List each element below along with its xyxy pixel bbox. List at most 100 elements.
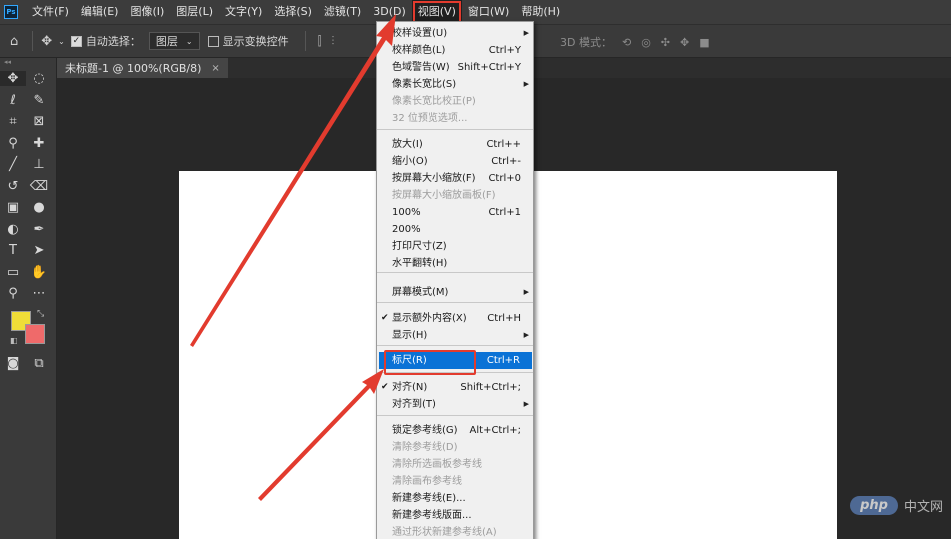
eyedropper-tool-icon[interactable]: ⚲	[0, 136, 26, 151]
view-menu-item-label: 校样设置(U)	[392, 28, 448, 39]
close-icon[interactable]: ×	[211, 63, 219, 74]
view-menu-item-label: 100%	[392, 207, 421, 218]
layer-select-value: 图层	[155, 35, 178, 48]
stamp-tool-icon[interactable]: ⊥	[26, 157, 52, 172]
chevron-down-icon[interactable]: ⌄	[58, 37, 65, 46]
collapse-icon[interactable]: ◂◂	[0, 58, 56, 68]
lasso-tool-icon[interactable]: ℓ	[0, 93, 26, 108]
menu-type[interactable]: 文字(Y)	[219, 0, 268, 24]
background-color[interactable]	[25, 323, 45, 344]
view-menu-item-label: 色域警告(W)	[392, 62, 450, 73]
view-menu-item-shortcut: Shift+Ctrl+;	[460, 382, 521, 393]
view-menu-item-label: 清除所选画板参考线	[392, 459, 482, 470]
view-menu-item[interactable]: 显示(H) ▶	[377, 327, 533, 344]
align-left-icon[interactable]: ⫿	[318, 34, 322, 49]
view-menu-item-shortcut: Ctrl+-	[491, 156, 521, 167]
view-menu-item[interactable]: 缩小(O) Ctrl+-	[377, 153, 533, 170]
view-menu-item[interactable]: 新建参考线(E)...	[377, 490, 533, 507]
view-menu-item-shortcut: Ctrl+R	[486, 355, 520, 366]
view-menu-item-shortcut: Alt+Ctrl+;	[469, 425, 521, 436]
document-tab[interactable]: 未标题-1 @ 100%(RGB/8) ×	[57, 58, 228, 78]
healing-brush-tool-icon[interactable]: ✚	[26, 136, 52, 151]
view-menu-item[interactable]: 标尺(R) Ctrl+R	[379, 352, 532, 369]
view-menu-item-label: 清除参考线(D)	[392, 442, 458, 453]
3d-pan-icon[interactable]: ✣	[661, 36, 670, 49]
3d-roll-icon[interactable]: ◎	[641, 36, 651, 49]
3d-slide-icon[interactable]: ✥	[680, 36, 689, 49]
move-tool-icon[interactable]: ✥	[41, 34, 52, 49]
view-menu-item[interactable]: 校样颜色(L) Ctrl+Y	[377, 42, 533, 59]
menu-separator	[377, 372, 533, 373]
view-menu-item-shortcut: Ctrl+Y	[488, 45, 521, 56]
eraser-tool-icon[interactable]: ⌫	[26, 179, 52, 194]
view-menu-item-label: 通过形状新建参考线(A)	[392, 527, 497, 538]
crop-tool-icon[interactable]: ⌗	[0, 114, 26, 129]
layer-select[interactable]: 图层 ⌄	[148, 32, 200, 50]
view-menu-item[interactable]: 新建参考线版面...	[377, 507, 533, 524]
view-menu-item[interactable]: 200%	[377, 221, 533, 238]
auto-select-checkbox[interactable]: ✓	[70, 35, 82, 47]
menu-separator	[377, 129, 533, 130]
3d-camera-icon[interactable]: ■	[699, 36, 709, 49]
path-select-tool-icon[interactable]: ➤	[26, 243, 52, 258]
pen-tool-icon[interactable]: ✒	[26, 222, 52, 237]
view-menu-item-label: 32 位预览选项...	[392, 113, 468, 124]
view-menu-item-label: 标尺(R)	[392, 355, 427, 366]
view-menu-item[interactable]: 打印尺寸(Z)	[377, 238, 533, 255]
frame-tool-icon[interactable]: ⊠	[26, 114, 52, 129]
view-menu-item[interactable]: 放大(I) Ctrl++	[377, 136, 533, 153]
view-menu-item-label: 校样颜色(L)	[392, 45, 446, 56]
view-menu-item[interactable]: 锁定参考线(G) Alt+Ctrl+;	[377, 422, 533, 439]
default-colors-icon[interactable]: ◧	[10, 336, 18, 345]
type-tool-icon[interactable]: T	[0, 243, 26, 258]
view-menu-item-label: 显示额外内容(X)	[392, 313, 467, 324]
show-transform-checkbox[interactable]	[207, 35, 219, 47]
chevron-down-icon: ⌄	[185, 36, 193, 46]
view-menu-item[interactable]: 屏幕模式(M) ▶	[377, 284, 533, 301]
home-icon[interactable]: ⌂	[10, 34, 18, 49]
blur-tool-icon[interactable]: ●	[26, 200, 52, 215]
menu-layer[interactable]: 图层(L)	[170, 0, 219, 24]
view-menu-item-label: 新建参考线(E)...	[392, 493, 466, 504]
watermark-logo: php	[850, 496, 898, 515]
menu-file[interactable]: 文件(F)	[26, 0, 75, 24]
view-menu-item[interactable]: 对齐到(T) ▶	[377, 396, 533, 413]
view-menu-item: 清除所选画板参考线	[377, 456, 533, 473]
view-menu-item[interactable]: 色域警告(W) Shift+Ctrl+Y	[377, 59, 533, 76]
view-menu-item-label: 显示(H)	[392, 330, 428, 341]
menu-edit[interactable]: 编辑(E)	[75, 0, 125, 24]
menu-image[interactable]: 图像(I)	[124, 0, 170, 24]
marquee-tool-icon[interactable]: ◌	[26, 71, 52, 86]
view-menu-item[interactable]: ✔ 显示额外内容(X) Ctrl+H	[377, 310, 533, 327]
rectangle-tool-icon[interactable]: ▭	[0, 265, 26, 280]
move-tool-icon[interactable]: ✥	[0, 71, 26, 87]
quick-select-tool-icon[interactable]: ✎	[26, 93, 52, 108]
zoom-tool-icon[interactable]: ⚲	[0, 286, 26, 301]
view-menu-item-label: 对齐(N)	[392, 382, 428, 393]
view-menu-item-label: 200%	[392, 224, 421, 235]
hand-tool-icon[interactable]: ✋	[26, 265, 52, 280]
watermark: php 中文网	[850, 496, 943, 515]
divider	[304, 31, 306, 51]
view-menu-item[interactable]: ✔ 对齐(N) Shift+Ctrl+;	[377, 379, 533, 396]
menu-select[interactable]: 选择(S)	[268, 0, 318, 24]
view-menu-item[interactable]: 按屏幕大小缩放(F) Ctrl+0	[377, 170, 533, 187]
photoshop-logo: Ps	[4, 5, 18, 19]
3d-orbit-icon[interactable]: ⟲	[622, 36, 631, 49]
align-center-icon[interactable]: ⫶	[331, 34, 334, 49]
view-menu-item[interactable]: 像素长宽比(S) ▶	[377, 76, 533, 93]
more-tools-icon[interactable]: ⋯	[26, 286, 52, 301]
screen-mode-icon[interactable]: ⧉	[26, 356, 52, 371]
dodge-tool-icon[interactable]: ◐	[0, 222, 26, 237]
view-menu-item[interactable]: 水平翻转(H)	[377, 255, 533, 272]
menu-filter[interactable]: 滤镜(T)	[318, 0, 367, 24]
gradient-tool-icon[interactable]: ▣	[0, 200, 26, 215]
history-brush-tool-icon[interactable]: ↺	[0, 179, 26, 194]
swap-colors-icon[interactable]: ⤡	[37, 309, 44, 319]
brush-tool-icon[interactable]: ╱	[0, 157, 26, 172]
submenu-arrow-icon: ▶	[523, 29, 529, 37]
view-menu-item[interactable]: 100% Ctrl+1	[377, 204, 533, 221]
view-menu-item-label: 对齐到(T)	[392, 399, 436, 410]
quick-mask-icon[interactable]: ◙	[0, 356, 26, 371]
view-menu-item[interactable]: 校样设置(U) ▶	[377, 25, 533, 42]
